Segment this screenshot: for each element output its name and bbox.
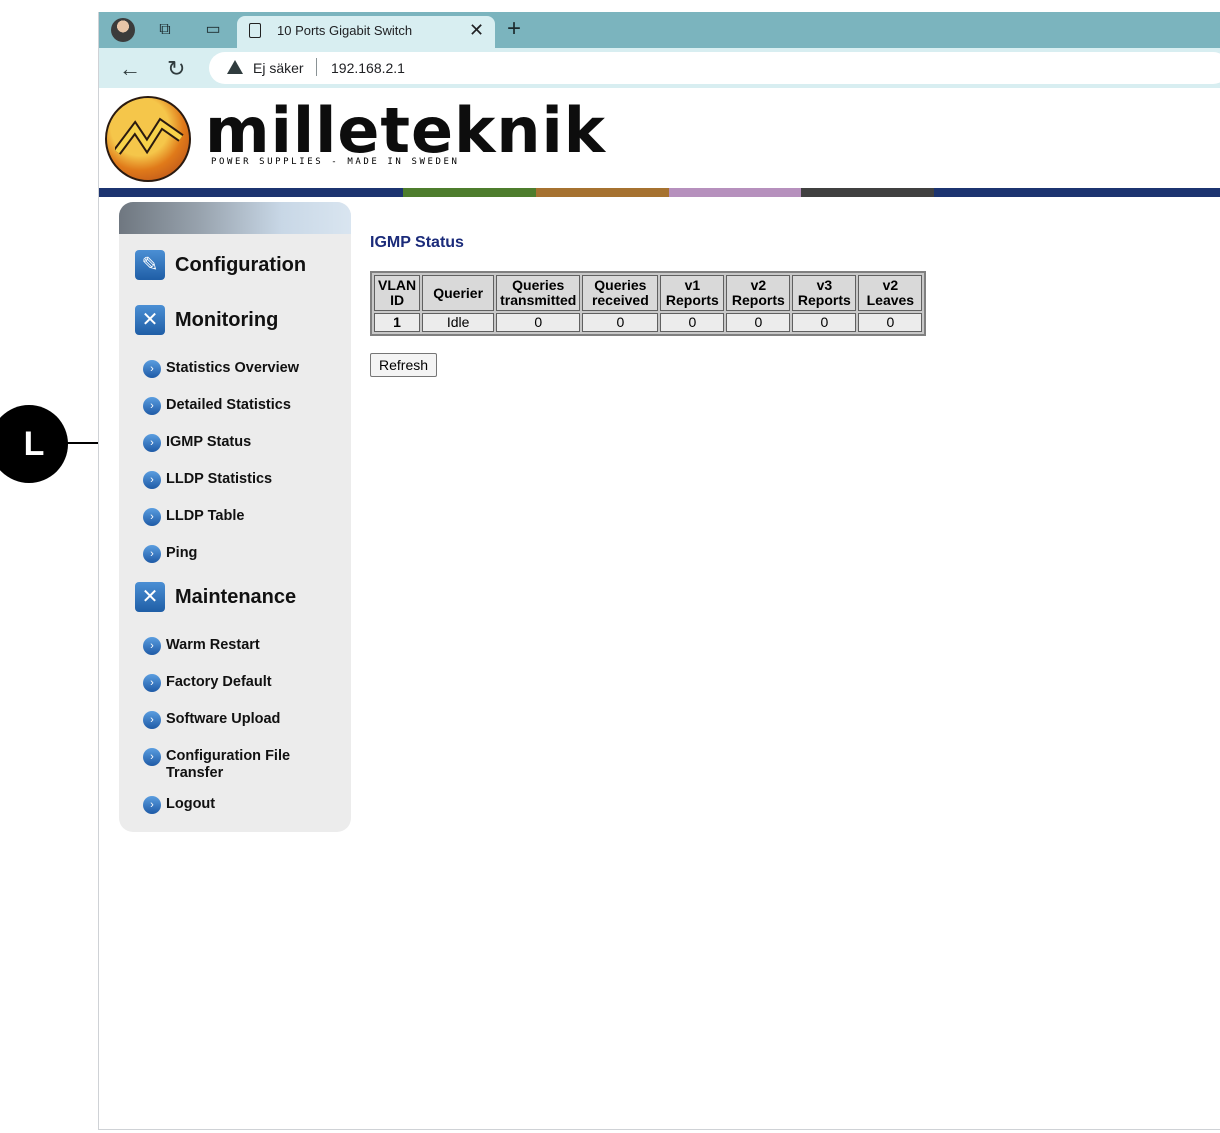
chevron-right-icon: › [143,471,161,489]
page-title: IGMP Status [370,234,464,251]
chevron-right-icon: › [143,796,161,814]
table-cell: 1 [374,313,421,332]
sidebar-item-software-upload[interactable]: › Software Upload [143,711,280,729]
chevron-right-icon: › [143,711,161,729]
table-cell: 0 [858,313,923,332]
warning-icon [227,60,243,74]
column-header: Queries received [582,275,659,311]
chevron-right-icon: › [143,397,161,415]
header-color-bar [99,188,1220,197]
color-bar-segment [403,188,536,197]
sidebar-item-label: Ping [166,545,198,561]
page-header: milleteknik POWER SUPPLIES - MADE IN SWE… [99,88,1220,188]
sidebar-section-configuration[interactable]: ✎ Configuration [135,250,306,280]
igmp-status-table: VLAN ID Querier Queries transmitted Quer… [370,271,927,336]
reload-icon[interactable]: ↻ [167,56,185,82]
sidebar-header-bar [119,202,351,234]
sidebar-item-label: LLDP Statistics [166,471,273,487]
logo-wordmark: milleteknik [205,94,606,167]
profile-avatar[interactable] [111,18,135,42]
sidebar-item-label: Factory Default [166,674,272,690]
url-text[interactable]: 192.168.2.1 [331,60,405,76]
sidebar-item-label: Configuration File Transfer [166,748,291,781]
column-header: Queries transmitted [496,275,581,311]
column-header: v2 Reports [726,275,791,311]
close-tab-icon[interactable]: ✕ [469,20,484,41]
sidebar-item-label: IGMP Status [166,434,252,450]
back-icon[interactable]: ← [119,56,141,82]
sidebar-item-factory-default[interactable]: › Factory Default [143,674,272,692]
sidebar-item-configuration-file-transfer[interactable]: › Configuration File Transfer [143,748,293,782]
sidebar-item-logout[interactable]: › Logout [143,796,215,814]
column-header: v2 Leaves [858,275,923,311]
address-divider [316,58,317,76]
sidebar-item-igmp-status[interactable]: › IGMP Status [143,434,251,452]
chevron-right-icon: › [143,545,161,563]
color-bar-segment [99,188,403,197]
color-bar-segment [934,188,1220,197]
sidebar-item-detailed-statistics[interactable]: › Detailed Statistics [143,397,291,415]
sidebar-item-warm-restart[interactable]: › Warm Restart [143,637,260,655]
browser-toolbar: ← ↻ Ej säker 192.168.2.1 [99,48,1220,88]
sidebar-item-lldp-statistics[interactable]: › LLDP Statistics [143,471,272,489]
sidebar-section-maintenance[interactable]: ✕ Maintenance [135,582,296,612]
security-label[interactable]: Ej säker [253,60,304,76]
lightning-bolt-icon [115,117,184,155]
browser-tab[interactable]: 10 Ports Gigabit Switch ✕ [237,16,495,48]
new-tab-icon[interactable]: + [507,15,521,43]
tab-title: 10 Ports Gigabit Switch [277,23,413,38]
tools-icon: ✕ [135,582,165,612]
column-header: v1 Reports [660,275,725,311]
sidebar-item-label: Warm Restart [166,637,260,653]
chevron-right-icon: › [143,748,161,766]
sidebar-item-label: LLDP Table [166,508,245,524]
table-cell: 0 [582,313,659,332]
color-bar-segment [801,188,934,197]
column-header: v3 Reports [792,275,857,311]
chevron-right-icon: › [143,508,161,526]
section-label: Maintenance [175,585,297,608]
tab-strip: ⧉ ▭ 10 Ports Gigabit Switch ✕ + [99,12,1220,48]
sidebar-item-label: Detailed Statistics [166,397,291,413]
table-cell: 0 [496,313,581,332]
table-cell: 0 [660,313,725,332]
chevron-right-icon: › [143,434,161,452]
page-icon [249,23,261,38]
workspaces-icon[interactable]: ⧉ [155,20,175,40]
table-header-row: VLAN ID Querier Queries transmitted Quer… [374,275,923,311]
color-bar-segment [669,188,801,197]
logo-emblem [105,96,191,182]
section-label: Configuration [175,253,307,276]
sidebar-item-statistics-overview[interactable]: › Statistics Overview [143,360,299,378]
tab-actions-icon[interactable]: ▭ [203,20,223,40]
refresh-button[interactable]: Refresh [370,353,438,377]
chevron-right-icon: › [143,637,161,655]
sidebar: ✎ Configuration ✕ Monitoring › Statistic… [119,202,351,832]
sidebar-item-ping[interactable]: › Ping [143,545,197,563]
chevron-right-icon: › [143,360,161,378]
configuration-icon: ✎ [135,250,165,280]
sidebar-item-label: Statistics Overview [166,360,299,376]
address-bar[interactable]: Ej säker 192.168.2.1 [209,52,1220,84]
color-bar-segment [536,188,669,197]
tools-icon: ✕ [135,305,165,335]
sidebar-item-label: Software Upload [166,711,281,727]
callout-badge: L [0,405,68,483]
column-header: VLAN ID [374,275,421,311]
sidebar-item-lldp-table[interactable]: › LLDP Table [143,508,244,526]
table-cell: Idle [422,313,495,332]
chevron-right-icon: › [143,674,161,692]
table-row: 1 Idle 0 0 0 0 0 0 [374,313,923,332]
sidebar-item-label: Logout [166,796,216,812]
logo-tagline: POWER SUPPLIES - MADE IN SWEDEN [211,157,460,167]
browser-window: ⧉ ▭ 10 Ports Gigabit Switch ✕ + ← ↻ Ej s… [98,12,1220,1130]
table-cell: 0 [792,313,857,332]
section-label: Monitoring [175,308,279,331]
sidebar-section-monitoring[interactable]: ✕ Monitoring [135,305,278,335]
callout-label: L [23,424,45,463]
table-cell: 0 [726,313,791,332]
column-header: Querier [422,275,495,311]
